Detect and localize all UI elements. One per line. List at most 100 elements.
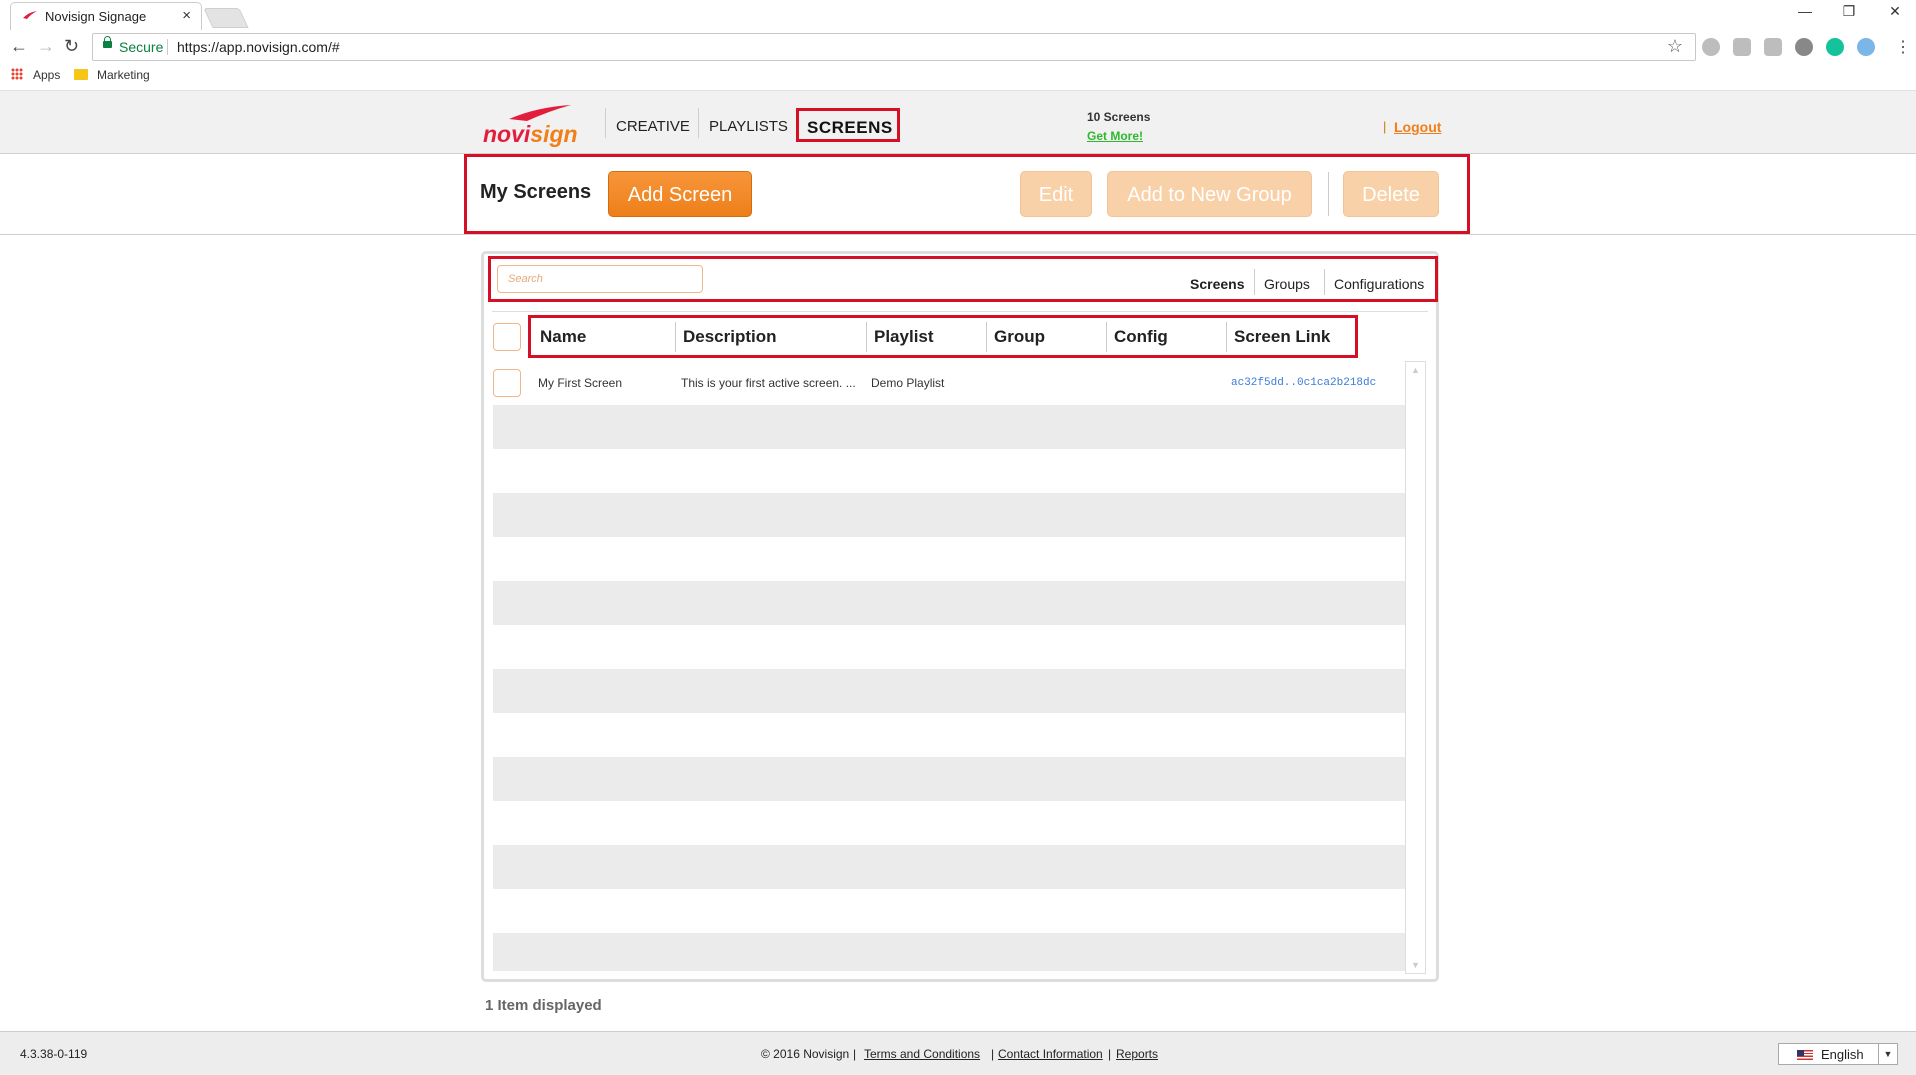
chevron-down-icon[interactable]: ▼ [1878,1044,1897,1064]
bookmark-star-icon[interactable]: ☆ [1667,36,1683,57]
table-row-empty [493,845,1405,889]
column-header-description[interactable]: Description [683,327,777,347]
bookmarks-bar: Apps Marketing [0,64,1916,91]
nav-screens-label: SCREENS [807,118,893,137]
edit-button[interactable]: Edit [1020,171,1092,217]
extension-pdf-icon[interactable] [1764,38,1782,56]
extension-power-icon[interactable] [1702,38,1720,56]
us-flag-icon [1797,1050,1813,1060]
cell-name[interactable]: My First Screen [538,376,622,390]
add-to-group-button[interactable]: Add to New Group [1107,171,1312,217]
terms-link[interactable]: Terms and Conditions [864,1047,980,1061]
nav-playlists[interactable]: PLAYLISTS [709,118,788,135]
tab-divider [1254,269,1255,295]
version-label: 4.3.38-0-119 [20,1047,88,1061]
browser-menu-icon[interactable]: ⋮ [1895,37,1911,57]
language-select[interactable]: English ▼ [1778,1043,1898,1065]
logo-swoosh-icon [509,105,571,121]
extension-cloud-icon[interactable] [1857,38,1875,56]
table-row-empty [493,889,1405,933]
scroll-down-icon[interactable]: ▼ [1411,960,1420,970]
restore-icon[interactable]: ❐ [1826,3,1872,20]
table-row-empty [493,537,1405,581]
extension-grammarly-icon[interactable] [1826,38,1844,56]
extension-g-icon[interactable] [1733,38,1751,56]
column-header-group[interactable]: Group [994,327,1045,347]
browser-tab-strip: Novisign Signage × — ❐ ✕ [0,0,1916,31]
add-screen-button[interactable]: Add Screen [608,171,752,217]
select-all-checkbox[interactable] [493,323,521,351]
secure-label: Secure [119,39,164,55]
logo-text: novisign [483,121,578,148]
column-divider [1226,322,1227,352]
table-row-empty [493,581,1405,625]
column-header-config[interactable]: Config [1114,327,1168,347]
new-tab-button[interactable] [203,8,249,28]
get-more-link[interactable]: Get More! [1087,129,1143,143]
nav-divider [698,108,699,138]
minimize-icon[interactable]: — [1782,3,1828,19]
delete-button[interactable]: Delete [1343,171,1439,217]
address-divider [167,39,168,55]
column-header-playlist[interactable]: Playlist [874,327,934,347]
cell-playlist: Demo Playlist [871,376,945,390]
screen-count: 10 Screens [1087,110,1151,124]
nav-screens[interactable]: SCREENS [796,108,900,142]
cell-description: This is your first active screen. ... [681,376,856,390]
table-row-empty [493,801,1405,845]
copyright: © 2016 Novisign [761,1047,850,1061]
bookmark-marketing[interactable]: Marketing [97,68,150,82]
table-row-empty [493,713,1405,757]
nav-divider [605,108,606,138]
table-row-empty [493,933,1405,971]
logout-link[interactable]: Logout [1394,119,1441,135]
items-displayed: 1 Item displayed [485,997,602,1014]
reload-icon[interactable]: ↻ [64,36,79,57]
column-divider [1106,322,1107,352]
table-scrollbar[interactable]: ▲ ▼ [1405,361,1426,974]
tab-close-icon[interactable]: × [182,7,191,24]
table-row-empty [493,449,1405,493]
tab-configurations[interactable]: Configurations [1334,276,1424,292]
url-text[interactable]: https://app.novisign.com/# [177,39,340,55]
bookmark-apps[interactable]: Apps [33,68,60,82]
logo-text-novi: novi [483,121,531,147]
nav-creative[interactable]: CREATIVE [616,118,690,135]
logo-text-sign: sign [530,121,578,147]
table-row-empty [493,493,1405,537]
scroll-up-icon[interactable]: ▲ [1411,365,1420,375]
apps-grid-icon[interactable] [11,68,23,80]
browser-tab[interactable]: Novisign Signage × [10,2,202,30]
contact-link[interactable]: Contact Information [998,1047,1103,1061]
column-header-screen-link[interactable]: Screen Link [1234,327,1330,347]
extension-eye-icon[interactable] [1795,38,1813,56]
forward-icon[interactable]: → [37,36,55,57]
column-divider [675,322,676,352]
table-row-empty [493,625,1405,669]
page-title: My Screens [480,181,592,203]
app-header [0,91,1916,154]
tab-divider [1324,269,1325,295]
column-divider [986,322,987,352]
novisign-logo[interactable]: novisign [481,101,578,148]
footer-divider: | [991,1047,995,1061]
novisign-favicon-icon [23,11,37,19]
search-input[interactable] [497,265,703,293]
table-row-empty [493,405,1405,449]
cell-screen-link[interactable]: ac32f5dd..0c1ca2b218dc [1231,377,1376,389]
window-close-icon[interactable]: ✕ [1872,3,1916,20]
footer-divider: | [1108,1047,1112,1061]
language-label: English [1821,1047,1864,1062]
address-bar[interactable]: Secure https://app.novisign.com/# ☆ [92,33,1696,61]
table-row-empty [493,669,1405,713]
tab-groups[interactable]: Groups [1264,276,1310,292]
tab-title: Novisign Signage [45,9,147,24]
folder-icon [74,69,88,80]
footer-divider: | [853,1047,857,1061]
column-header-name[interactable]: Name [540,327,586,347]
row-checkbox[interactable] [493,369,521,397]
back-icon[interactable]: ← [10,36,28,57]
reports-link[interactable]: Reports [1116,1047,1158,1061]
toolbar-divider [1328,172,1329,216]
tab-screens[interactable]: Screens [1190,276,1244,292]
